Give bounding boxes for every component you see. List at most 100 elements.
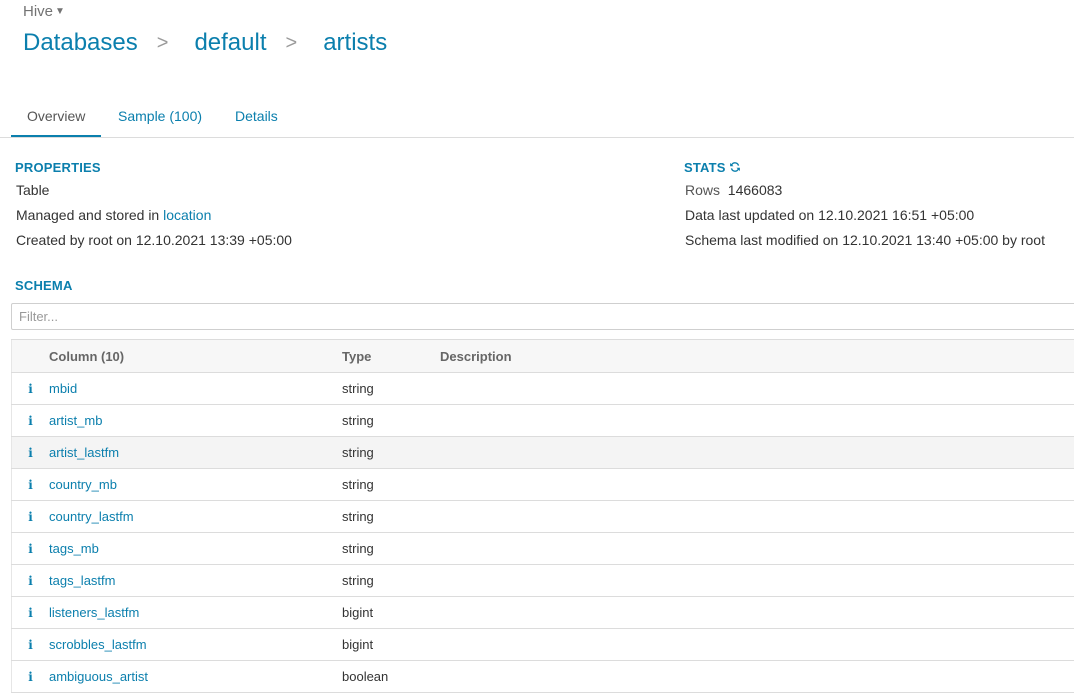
column-name-link[interactable]: artist_mb xyxy=(49,413,102,428)
breadcrumb-table[interactable]: artists xyxy=(323,29,387,57)
column-name-link[interactable]: scrobbles_lastfm xyxy=(49,637,147,652)
column-description xyxy=(440,628,1074,661)
schema-title: SCHEMA xyxy=(15,278,73,293)
column-type: bigint xyxy=(342,628,440,661)
table-row[interactable]: i country_lastfm string xyxy=(11,500,1074,533)
row-icon-cell: i xyxy=(11,660,49,693)
breadcrumb-database[interactable]: default xyxy=(194,29,266,57)
table-row[interactable]: i artist_mb string xyxy=(11,404,1074,437)
table-row[interactable]: i artist_lastfm string xyxy=(11,436,1074,469)
row-icon-cell: i xyxy=(11,372,49,405)
breadcrumb: Databases > default > artists xyxy=(23,29,387,57)
schema-filter-input[interactable] xyxy=(11,303,1074,330)
column-type: bigint xyxy=(342,596,440,629)
row-icon-cell: i xyxy=(11,532,49,565)
created-info: Created by root on 12.10.2021 13:39 +05:… xyxy=(16,232,292,248)
column-description xyxy=(440,372,1074,405)
stats-title-label: STATS xyxy=(684,160,726,175)
column-name-link[interactable]: tags_lastfm xyxy=(49,573,115,588)
column-name-cell: mbid xyxy=(49,372,342,405)
column-description xyxy=(440,436,1074,469)
column-description xyxy=(440,468,1074,501)
data-updated: Data last updated on 12.10.2021 16:51 +0… xyxy=(685,207,975,223)
tab-overview[interactable]: Overview xyxy=(11,97,102,137)
column-name-link[interactable]: ambiguous_artist xyxy=(49,669,148,684)
rows-value: 1466083 xyxy=(727,182,783,198)
column-description xyxy=(440,500,1074,533)
column-name-cell: tags_lastfm xyxy=(49,564,342,597)
table-row[interactable]: i tags_lastfm string xyxy=(11,564,1074,597)
info-icon[interactable]: i xyxy=(28,510,33,524)
row-icon-cell: i xyxy=(11,628,49,661)
column-name-link[interactable]: country_mb xyxy=(49,477,117,492)
column-name-link[interactable]: artist_lastfm xyxy=(49,445,119,460)
info-icon[interactable]: i xyxy=(28,606,33,620)
column-description xyxy=(440,532,1074,565)
column-name-cell: listeners_lastfm xyxy=(49,596,342,629)
column-name-link[interactable]: mbid xyxy=(49,381,77,396)
table-row[interactable]: i listeners_lastfm bigint xyxy=(11,596,1074,629)
info-icon[interactable]: i xyxy=(28,382,33,396)
column-type: string xyxy=(342,532,440,565)
caret-down-icon: ▼ xyxy=(55,6,65,17)
column-type: string xyxy=(342,436,440,469)
column-name-cell: tags_mb xyxy=(49,532,342,565)
column-type: boolean xyxy=(342,660,440,693)
schema-table: Column (10) Type Description i mbid string… xyxy=(11,339,1074,693)
info-icon[interactable]: i xyxy=(28,414,33,428)
column-description xyxy=(440,564,1074,597)
location-link[interactable]: location xyxy=(163,207,211,223)
column-name-link[interactable]: tags_mb xyxy=(49,541,99,556)
storage-info: Managed and stored in location xyxy=(16,207,211,223)
storage-prefix: Managed and stored in xyxy=(16,207,160,223)
table-type: Table xyxy=(16,182,50,198)
row-icon-cell: i xyxy=(11,596,49,629)
info-icon[interactable]: i xyxy=(28,446,33,460)
info-icon[interactable]: i xyxy=(28,478,33,492)
row-icon-cell: i xyxy=(11,500,49,533)
column-type: string xyxy=(342,468,440,501)
column-name-cell: ambiguous_artist xyxy=(49,660,342,693)
header-description[interactable]: Description xyxy=(440,339,1074,373)
stats-title: STATS xyxy=(684,160,741,175)
schema-table-body: i mbid string i artist_mb string i artist_lastf… xyxy=(11,372,1074,693)
column-name-link[interactable]: country_lastfm xyxy=(49,509,134,524)
properties-title: PROPERTIES xyxy=(15,160,101,175)
header-type[interactable]: Type xyxy=(342,339,440,373)
refresh-icon[interactable] xyxy=(729,161,741,173)
column-type: string xyxy=(342,564,440,597)
tab-sample[interactable]: Sample (100) xyxy=(118,97,202,135)
column-type: string xyxy=(342,500,440,533)
column-description xyxy=(440,596,1074,629)
table-row[interactable]: i mbid string xyxy=(11,372,1074,405)
row-icon-cell: i xyxy=(11,468,49,501)
column-type: string xyxy=(342,404,440,437)
tab-details[interactable]: Details xyxy=(235,97,278,135)
column-description xyxy=(440,404,1074,437)
column-name-cell: artist_mb xyxy=(49,404,342,437)
column-name-link[interactable]: listeners_lastfm xyxy=(49,605,139,620)
row-icon-cell: i xyxy=(11,436,49,469)
column-name-cell: country_lastfm xyxy=(49,500,342,533)
info-icon[interactable]: i xyxy=(28,638,33,652)
rows-label: Rows xyxy=(685,182,721,198)
schema-modified: Schema last modified on 12.10.2021 13:40… xyxy=(685,232,1045,248)
row-icon-cell: i xyxy=(11,564,49,597)
table-row[interactable]: i scrobbles_lastfm bigint xyxy=(11,628,1074,661)
rows-info: Rows 1466083 xyxy=(685,182,782,198)
header-column[interactable]: Column (10) xyxy=(49,339,342,373)
column-name-cell: country_mb xyxy=(49,468,342,501)
info-icon[interactable]: i xyxy=(28,574,33,588)
table-header-row: Column (10) Type Description xyxy=(11,339,1074,373)
app-switcher-label: Hive xyxy=(23,3,54,20)
column-name-cell: artist_lastfm xyxy=(49,436,342,469)
table-row[interactable]: i ambiguous_artist boolean xyxy=(11,660,1074,693)
table-row[interactable]: i country_mb string xyxy=(11,468,1074,501)
column-type: string xyxy=(342,372,440,405)
app-switcher[interactable]: Hive ▼ xyxy=(23,3,65,20)
info-icon[interactable]: i xyxy=(28,542,33,556)
breadcrumb-databases[interactable]: Databases xyxy=(23,29,138,57)
info-icon[interactable]: i xyxy=(28,670,33,684)
table-row[interactable]: i tags_mb string xyxy=(11,532,1074,565)
breadcrumb-separator: > xyxy=(285,31,298,54)
